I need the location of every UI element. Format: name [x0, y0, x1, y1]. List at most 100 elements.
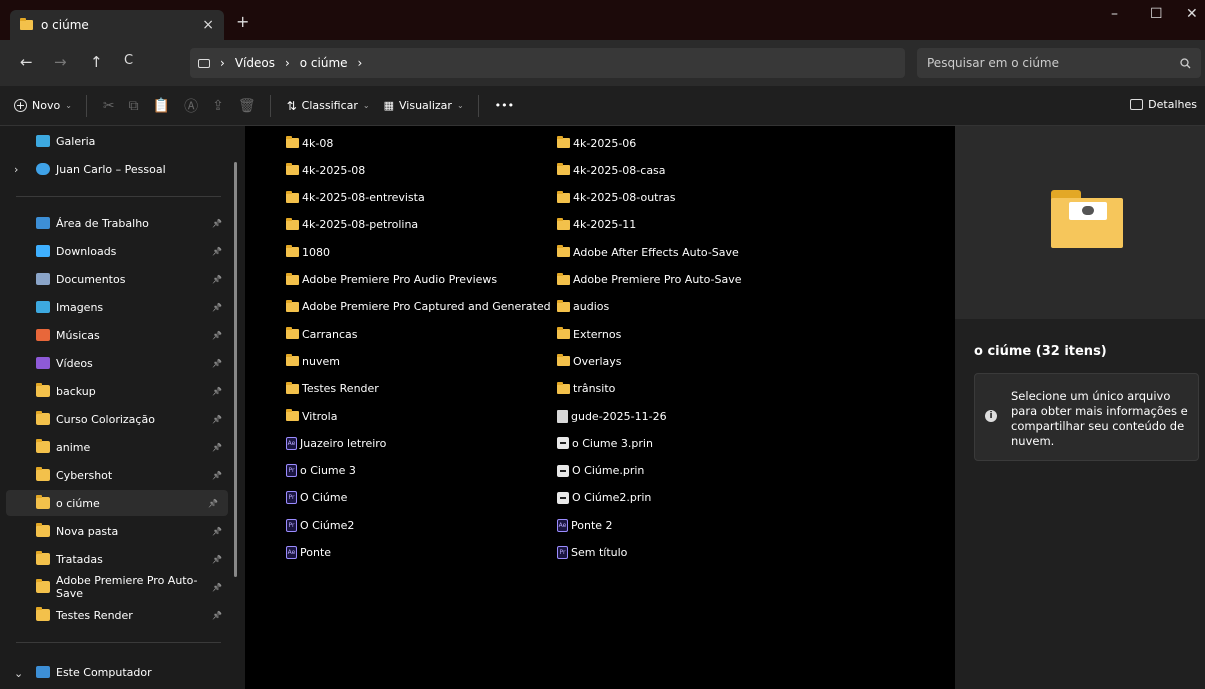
- folder-icon: [557, 354, 570, 367]
- folder-item[interactable]: Externos: [557, 323, 621, 345]
- breadcrumb-sep: ›: [284, 56, 290, 70]
- file-item[interactable]: Pr Sem título: [557, 542, 627, 564]
- pin-icon[interactable]: 📌: [212, 611, 232, 620]
- folder-item[interactable]: trânsito: [557, 378, 615, 400]
- new-button[interactable]: + Novo ⌄: [14, 99, 72, 112]
- file-item[interactable]: Pr o Ciume 3: [286, 460, 356, 482]
- folder-item[interactable]: Carrancas: [286, 323, 358, 345]
- view-button[interactable]: ▦ Visualizar ⌄: [384, 99, 464, 112]
- sidebar-item[interactable]: Testes Render 📌: [0, 602, 232, 628]
- folder-item[interactable]: Adobe Premiere Pro Captured and Generate…: [286, 296, 551, 318]
- pin-icon[interactable]: 📌: [212, 303, 232, 312]
- file-item[interactable]: Pr O Ciúme: [286, 487, 347, 509]
- tab-o-ciume[interactable]: o ciúme ×: [10, 10, 224, 40]
- file-item[interactable]: Ae Ponte: [286, 542, 331, 564]
- maximize-button[interactable]: ☐: [1150, 6, 1163, 22]
- sidebar-item[interactable]: anime 📌: [0, 434, 232, 460]
- sidebar-item-gallery[interactable]: Galeria: [0, 128, 232, 154]
- sidebar-item[interactable]: Tratadas 📌: [0, 546, 232, 572]
- folder-item[interactable]: 4k-2025-06: [557, 132, 636, 154]
- cut-icon[interactable]: ✂: [103, 98, 115, 114]
- folder-item[interactable]: 4k-2025-11: [557, 214, 636, 236]
- folder-icon: [286, 381, 299, 394]
- sidebar-item[interactable]: Curso Colorização 📌: [0, 406, 232, 432]
- copy-icon[interactable]: ⧉: [129, 98, 139, 114]
- folder-item[interactable]: 4k-2025-08: [286, 159, 365, 181]
- file-item[interactable]: O Ciúme.prin: [557, 460, 644, 482]
- new-tab-button[interactable]: +: [236, 12, 249, 31]
- pin-icon[interactable]: 📌: [212, 387, 232, 396]
- sidebar-item-onedrive[interactable]: Juan Carlo – Pessoal: [0, 156, 232, 182]
- file-item[interactable]: o Ciume 3.prin: [557, 432, 653, 454]
- refresh-button[interactable]: C: [124, 53, 133, 68]
- pin-icon[interactable]: 📌: [212, 359, 232, 368]
- sidebar-item-label: Juan Carlo – Pessoal: [56, 162, 166, 176]
- folder-item[interactable]: 4k-2025-08-petrolina: [286, 214, 418, 236]
- sidebar-item[interactable]: Adobe Premiere Pro Auto-Save 📌: [0, 574, 232, 600]
- sidebar-item[interactable]: Cybershot 📌: [0, 462, 232, 488]
- folder-item[interactable]: 4k-2025-08-outras: [557, 187, 675, 209]
- file-item[interactable]: Pr O Ciúme2: [286, 514, 354, 536]
- pin-icon[interactable]: 📌: [212, 247, 232, 256]
- sidebar-item[interactable]: Downloads 📌: [0, 238, 232, 264]
- forward-button[interactable]: →: [54, 53, 67, 71]
- folder-item[interactable]: Adobe After Effects Auto-Save: [557, 241, 739, 263]
- folder-item[interactable]: 1080: [286, 241, 330, 263]
- folder-item[interactable]: Testes Render: [286, 378, 379, 400]
- file-name: Testes Render: [302, 382, 379, 396]
- up-button[interactable]: ↑: [90, 53, 103, 71]
- back-button[interactable]: ←: [20, 53, 33, 71]
- pin-icon[interactable]: 📌: [212, 527, 232, 536]
- folder-item[interactable]: Adobe Premiere Pro Auto-Save: [557, 269, 742, 291]
- pin-icon[interactable]: 📌: [208, 499, 228, 508]
- file-item[interactable]: O Ciúme2.prin: [557, 487, 651, 509]
- sidebar-item[interactable]: Área de Trabalho 📌: [0, 210, 232, 236]
- file-name: Adobe Premiere Pro Captured and Generate…: [302, 300, 551, 314]
- file-item[interactable]: gude-2025-11-26: [557, 405, 667, 427]
- sidebar-item[interactable]: Imagens 📌: [0, 294, 232, 320]
- tab-close-icon[interactable]: ×: [202, 17, 214, 33]
- pin-icon[interactable]: 📌: [212, 555, 232, 564]
- breadcrumb-videos[interactable]: Vídeos: [235, 56, 275, 70]
- sidebar-scrollbar[interactable]: [234, 162, 237, 577]
- folder-item[interactable]: Vitrola: [286, 405, 337, 427]
- sort-button[interactable]: ⇅ Classificar ⌄: [287, 99, 370, 113]
- pin-icon[interactable]: 📌: [212, 275, 232, 284]
- sidebar-item-label: Documentos: [56, 272, 126, 286]
- breadcrumb[interactable]: › Vídeos › o ciúme ›: [190, 48, 905, 78]
- file-item[interactable]: Ae Ponte 2: [557, 514, 613, 536]
- file-name: gude-2025-11-26: [571, 409, 667, 423]
- sidebar-item[interactable]: o ciúme 📌: [6, 490, 228, 516]
- sidebar-item-this-pc[interactable]: Este Computador: [0, 659, 232, 685]
- file-item[interactable]: Ae Juazeiro letreiro: [286, 432, 386, 454]
- delete-icon[interactable]: 🗑: [238, 98, 256, 114]
- minimize-button[interactable]: –: [1111, 6, 1118, 22]
- folder-item[interactable]: audios: [557, 296, 609, 318]
- sidebar-item[interactable]: Documentos 📌: [0, 266, 232, 292]
- pin-icon[interactable]: 📌: [212, 331, 232, 340]
- folder-item[interactable]: 4k-08: [286, 132, 333, 154]
- folder-item[interactable]: nuvem: [286, 350, 340, 372]
- sidebar-item[interactable]: Nova pasta 📌: [0, 518, 232, 544]
- info-icon: i: [985, 410, 997, 422]
- folder-item[interactable]: 4k-2025-08-entrevista: [286, 187, 425, 209]
- paste-icon[interactable]: 📋: [153, 98, 170, 114]
- pin-icon[interactable]: 📌: [212, 415, 232, 424]
- sidebar-item[interactable]: Vídeos 📌: [0, 350, 232, 376]
- sidebar-item[interactable]: backup 📌: [0, 378, 232, 404]
- pin-icon[interactable]: 📌: [212, 583, 232, 592]
- pin-icon[interactable]: 📌: [212, 471, 232, 480]
- share-icon[interactable]: ⇪: [212, 98, 224, 114]
- details-button[interactable]: Detalhes: [1130, 98, 1197, 111]
- close-window-button[interactable]: ✕: [1186, 6, 1198, 22]
- rename-icon[interactable]: Ⓐ: [184, 96, 198, 116]
- folder-item[interactable]: Adobe Premiere Pro Audio Previews: [286, 269, 497, 291]
- more-options-button[interactable]: •••: [495, 99, 514, 112]
- folder-item[interactable]: 4k-2025-08-casa: [557, 159, 666, 181]
- folder-item[interactable]: Overlays: [557, 350, 622, 372]
- breadcrumb-o-ciume[interactable]: o ciúme: [300, 56, 348, 70]
- pin-icon[interactable]: 📌: [212, 219, 232, 228]
- search-input[interactable]: Pesquisar em o ciúme: [917, 48, 1201, 78]
- sidebar-item[interactable]: Músicas 📌: [0, 322, 232, 348]
- pin-icon[interactable]: 📌: [212, 443, 232, 452]
